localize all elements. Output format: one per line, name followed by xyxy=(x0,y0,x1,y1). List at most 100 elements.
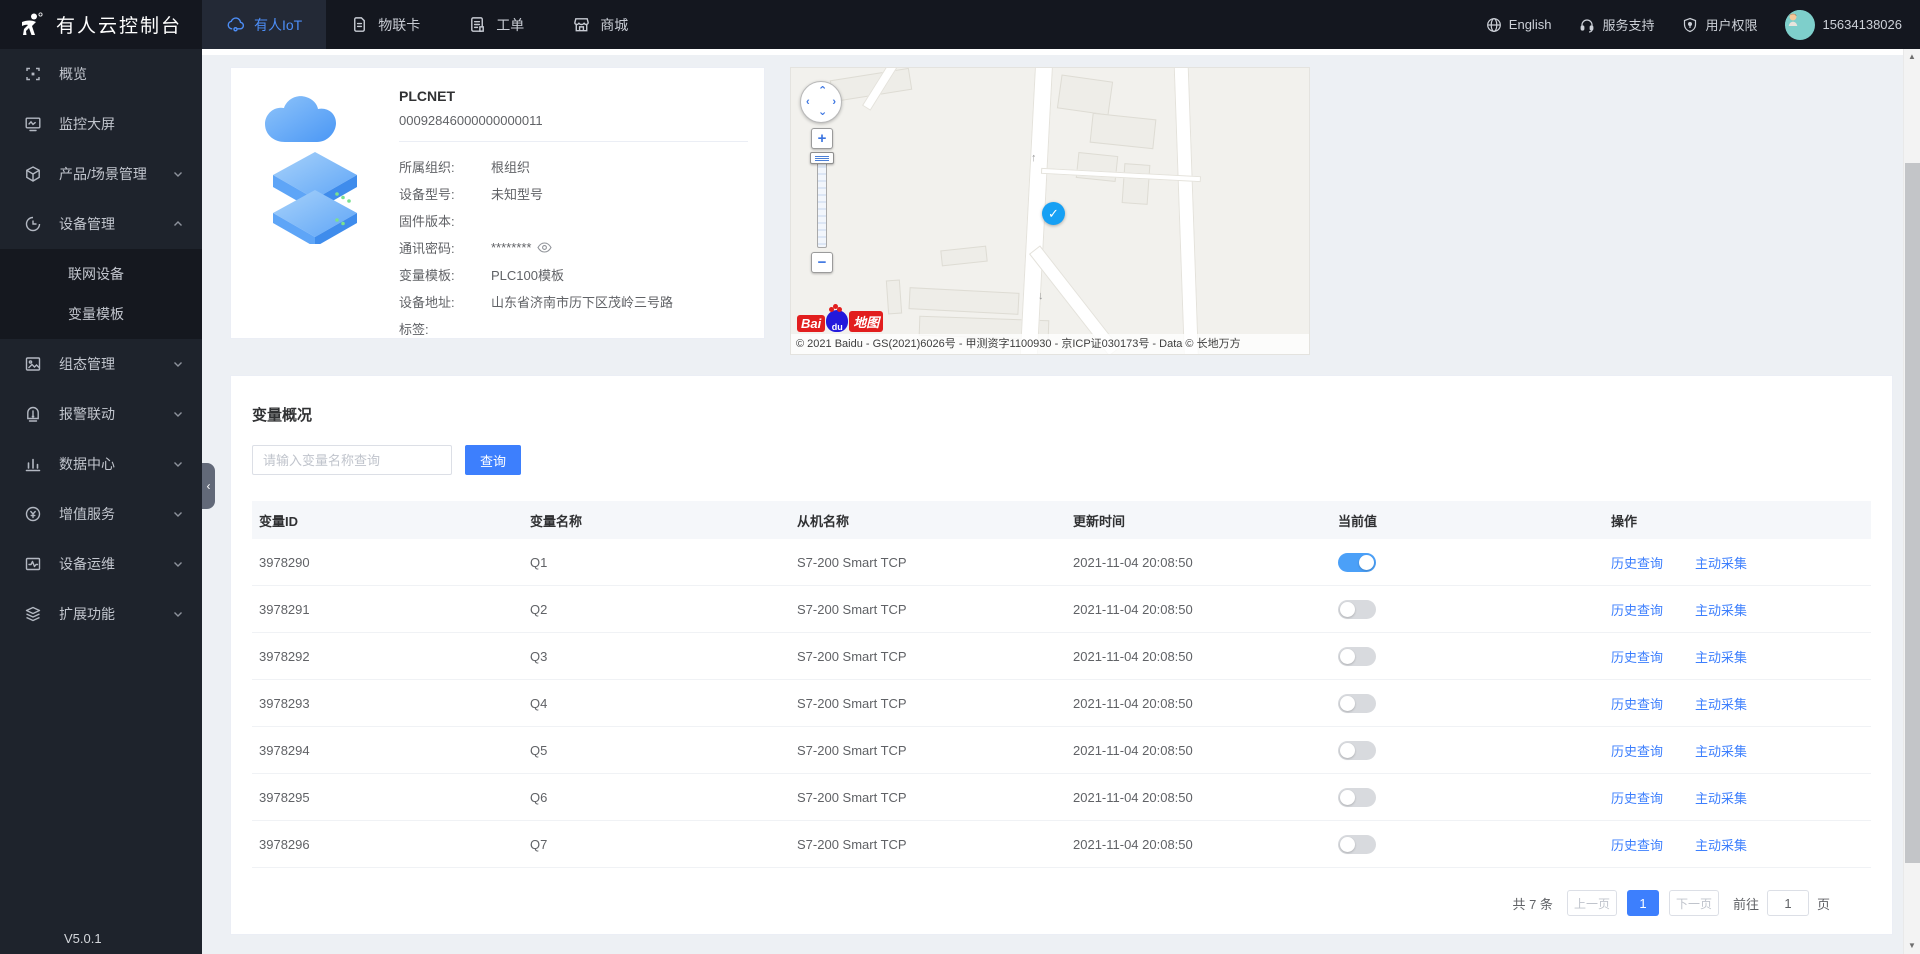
scrollbar-down-arrow[interactable]: ▼ xyxy=(1904,938,1920,954)
sidebar-item-label: 监控大屏 xyxy=(59,116,115,132)
history-query-link[interactable]: 历史查询 xyxy=(1611,788,1663,807)
top-tabs: 有人IoT 物联卡 工单 商城 xyxy=(202,0,652,49)
sidebar-item-product-scene[interactable]: 产品/场景管理 xyxy=(0,149,202,199)
map-zoom-slider-thumb[interactable] xyxy=(810,152,834,164)
current-value-toggle[interactable] xyxy=(1338,787,1376,807)
field-label: 设备型号: xyxy=(399,187,455,202)
show-password-eye-icon[interactable] xyxy=(537,242,553,253)
work-order-icon xyxy=(471,17,485,32)
alarm-icon xyxy=(27,406,39,422)
search-button[interactable]: 查询 xyxy=(465,445,521,475)
sidebar-item-monitor-screen[interactable]: 监控大屏 xyxy=(0,99,202,149)
pan-up-arrow[interactable]: ⌃ xyxy=(818,86,827,97)
field-label: 固件版本: xyxy=(399,214,455,229)
next-page-button[interactable]: 下一页 xyxy=(1668,890,1719,916)
active-collect-link[interactable]: 主动采集 xyxy=(1695,553,1747,572)
user-permissions[interactable]: 用户权限 xyxy=(1682,15,1757,34)
map-building xyxy=(908,287,1020,315)
sidebar-item-label: 概览 xyxy=(59,66,87,82)
account[interactable]: 15634138026 xyxy=(1785,9,1902,40)
history-query-link[interactable]: 历史查询 xyxy=(1611,553,1663,572)
history-query-link[interactable]: 历史查询 xyxy=(1611,835,1663,854)
device-location-marker[interactable]: ✓ xyxy=(1042,202,1065,225)
history-query-link[interactable]: 历史查询 xyxy=(1611,647,1663,666)
pagination: 共 7 条 上一页 1 下一页 前往 页 xyxy=(1512,890,1830,916)
cell-variable-id: 3978296 xyxy=(259,836,310,852)
field-value: 根组织 xyxy=(491,160,531,175)
sidebar-item-device-ops[interactable]: 设备运维 xyxy=(0,539,202,589)
sidebar-item-device-management[interactable]: 设备管理 xyxy=(0,199,202,249)
map-pan-control[interactable]: ⌃ ⌄ ‹ › xyxy=(800,81,842,123)
table-row: 3978292 Q3 S7-200 Smart TCP 2021-11-04 2… xyxy=(252,633,1871,680)
vertical-scrollbar[interactable]: ▲ ▼ xyxy=(1903,49,1920,954)
sidebar-item-connected-devices[interactable]: 联网设备 xyxy=(0,254,202,294)
cell-variable-id: 3978292 xyxy=(259,648,310,664)
baidu-map[interactable]: ↑ ↓ ⌃ ⌄ ‹ › + − ✓ Bai du 地图 © 2021 Baidu… xyxy=(791,68,1309,354)
current-value-toggle[interactable] xyxy=(1338,834,1376,854)
sidebar-item-label: 数据中心 xyxy=(59,456,115,472)
prev-page-button[interactable]: 上一页 xyxy=(1566,890,1617,916)
map-zoom-slider-track[interactable] xyxy=(817,158,827,248)
service-support[interactable]: 服务支持 xyxy=(1579,15,1654,34)
history-query-link[interactable]: 历史查询 xyxy=(1611,741,1663,760)
sidebar-item-data-center[interactable]: 数据中心 xyxy=(0,439,202,489)
history-query-link[interactable]: 历史查询 xyxy=(1611,600,1663,619)
variable-search-input[interactable] xyxy=(252,445,452,475)
pagination-total: 共 7 条 xyxy=(1512,896,1553,912)
sidebar-item-scada[interactable]: 组态管理 xyxy=(0,339,202,389)
sidebar-item-label: 设备管理 xyxy=(59,216,115,232)
map-zoom-in-button[interactable]: + xyxy=(811,128,833,149)
page-number-button[interactable]: 1 xyxy=(1626,890,1659,916)
brand-title: 有人云控制台 xyxy=(56,16,183,37)
col-header-update-time: 更新时间 xyxy=(1073,513,1126,529)
cell-variable-name: Q7 xyxy=(530,836,548,852)
col-header-slave-name: 从机名称 xyxy=(797,513,850,529)
avatar[interactable] xyxy=(1785,9,1816,40)
goto-page-input[interactable] xyxy=(1766,890,1809,916)
tab-mall[interactable]: 商城 xyxy=(548,0,652,49)
active-collect-link[interactable]: 主动采集 xyxy=(1695,788,1747,807)
device-info: PLCNET 00092846000000000011 所属组织: 根组织 设备… xyxy=(399,88,748,342)
active-collect-link[interactable]: 主动采集 xyxy=(1695,741,1747,760)
current-value-toggle[interactable] xyxy=(1338,740,1376,760)
field-value: 山东省济南市历下区茂岭三号路 xyxy=(491,295,674,310)
map-zoom-out-button[interactable]: − xyxy=(811,252,833,273)
tab-work-order[interactable]: 工单 xyxy=(444,0,548,49)
pan-down-arrow[interactable]: ⌄ xyxy=(818,107,827,118)
language-switch[interactable]: English xyxy=(1486,17,1551,33)
toggle-knob xyxy=(1340,742,1355,758)
sidebar-collapse-handle[interactable]: ‹ xyxy=(202,463,215,509)
scrollbar-up-arrow[interactable]: ▲ xyxy=(1904,49,1920,65)
cell-slave-name: S7-200 Smart TCP xyxy=(797,601,907,617)
variables-table: 变量ID 变量名称 从机名称 更新时间 当前值 操作 3978290 Q1 S7… xyxy=(252,501,1871,868)
app-version: V5.0.1 xyxy=(64,931,102,946)
baidu-maps-logo: Bai du 地图 xyxy=(797,306,884,332)
current-value-toggle[interactable] xyxy=(1338,646,1376,666)
scrollbar-thumb[interactable] xyxy=(1905,163,1920,863)
brand-area[interactable]: 有人云控制台 xyxy=(0,0,202,49)
sidebar-item-variable-template[interactable]: 变量模板 xyxy=(0,294,202,334)
sidebar-item-label: 报警联动 xyxy=(59,406,115,422)
sidebar-item-alarm-linkage[interactable]: 报警联动 xyxy=(0,389,202,439)
cell-update-time: 2021-11-04 20:08:50 xyxy=(1073,836,1193,852)
sidebar-item-overview[interactable]: 概览 xyxy=(0,49,202,99)
pan-left-arrow[interactable]: ‹ xyxy=(806,97,810,108)
sidebar-item-value-added-services[interactable]: 增值服务 xyxy=(0,489,202,539)
active-collect-link[interactable]: 主动采集 xyxy=(1695,835,1747,854)
active-collect-link[interactable]: 主动采集 xyxy=(1695,647,1747,666)
table-row: 3978296 Q7 S7-200 Smart TCP 2021-11-04 2… xyxy=(252,821,1871,868)
active-collect-link[interactable]: 主动采集 xyxy=(1695,600,1747,619)
current-value-toggle[interactable] xyxy=(1338,552,1376,572)
current-value-toggle[interactable] xyxy=(1338,599,1376,619)
tab-usr-iot[interactable]: 有人IoT xyxy=(202,0,327,49)
field-label: 通讯密码: xyxy=(399,241,455,256)
current-value-toggle[interactable] xyxy=(1338,693,1376,713)
col-header-actions: 操作 xyxy=(1611,513,1638,529)
pan-right-arrow[interactable]: › xyxy=(832,97,836,108)
headset-icon xyxy=(1581,18,1594,33)
tab-iot-card[interactable]: 物联卡 xyxy=(326,0,444,49)
history-query-link[interactable]: 历史查询 xyxy=(1611,694,1663,713)
active-collect-link[interactable]: 主动采集 xyxy=(1695,694,1747,713)
sidebar-item-extensions[interactable]: 扩展功能 xyxy=(0,589,202,639)
content-top-strip xyxy=(202,49,1903,55)
